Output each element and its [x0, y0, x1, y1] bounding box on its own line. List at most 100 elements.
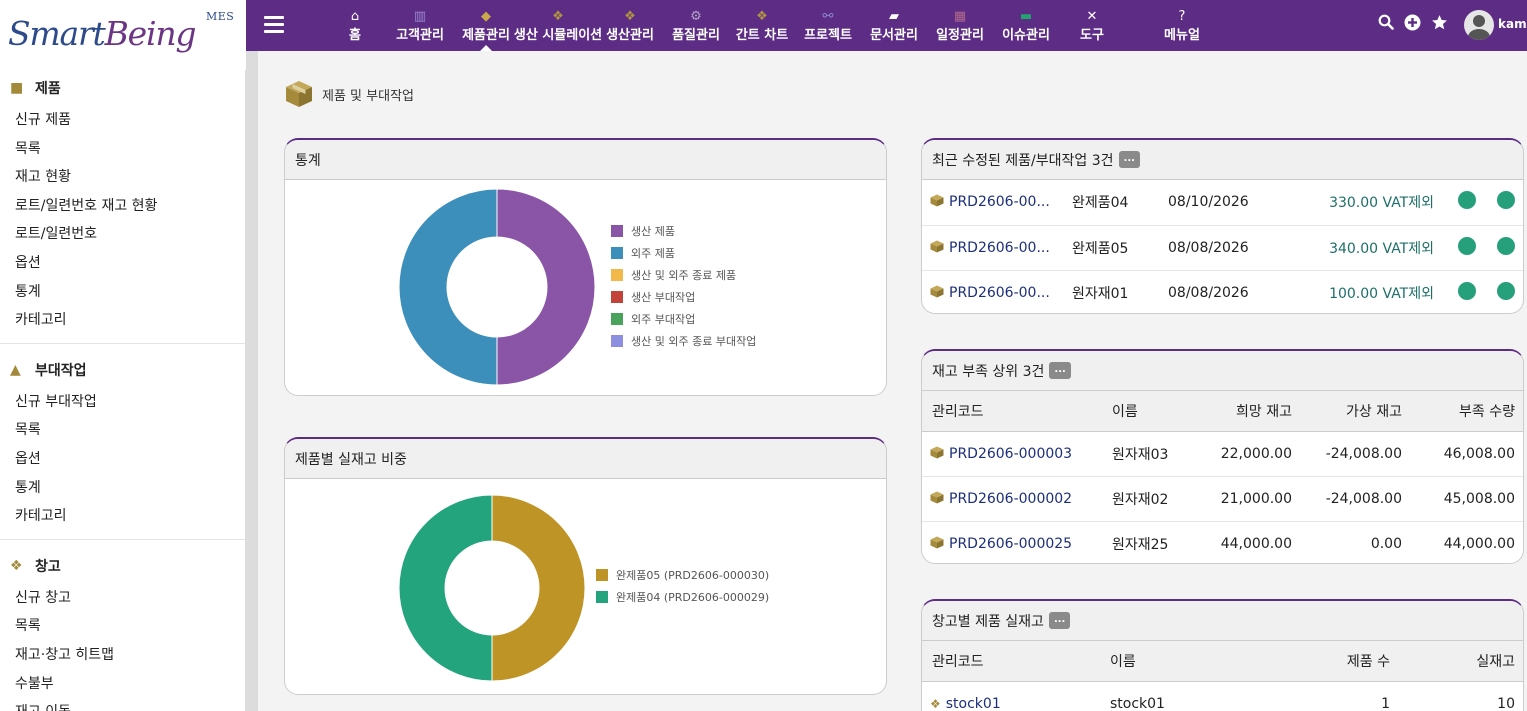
- more-button[interactable]: ...: [1048, 612, 1071, 629]
- legend-item[interactable]: 완제품04 (PRD2606-000029): [596, 586, 769, 608]
- legend-item[interactable]: 생산 제품: [611, 220, 756, 242]
- column-header[interactable]: 부족 수량: [1402, 391, 1523, 432]
- warehouse-code-link[interactable]: stock01: [946, 696, 1001, 711]
- legend-label: 생산 부대작업: [631, 291, 696, 304]
- product-code-link[interactable]: PRD2606-00...: [949, 240, 1050, 256]
- legend-item[interactable]: 생산 부대작업: [611, 286, 756, 308]
- nav-item-12[interactable]: ? 메뉴얼: [1164, 0, 1200, 51]
- shortage-table: 관리코드 이름 희망 재고 가상 재고 부족 수량 PRD2606-000003 원자재0…: [922, 391, 1523, 563]
- legend-item[interactable]: 생산 및 외주 종료 부대작업: [611, 330, 756, 352]
- warehouse-code-cell[interactable]: ❖ stock01: [922, 681, 1110, 711]
- sidebar-item[interactable]: 로트/일련번호: [0, 220, 246, 249]
- star-icon[interactable]: [1431, 14, 1448, 36]
- nav-item-9[interactable]: ▦ 일정관리: [936, 0, 984, 51]
- search-icon[interactable]: [1378, 14, 1394, 35]
- hamburger-menu-icon[interactable]: [264, 16, 284, 34]
- table-row[interactable]: ❖ stock01 stock01 1 10: [922, 681, 1523, 711]
- product-code-cell[interactable]: PRD2606-000003: [922, 431, 1112, 477]
- desired-stock-cell: 21,000.00: [1202, 476, 1292, 522]
- nav-item-3[interactable]: ❖ 생산 시뮬레이션: [514, 0, 602, 51]
- product-code-cell[interactable]: PRD2606-00...: [922, 225, 1072, 271]
- nav-item-4[interactable]: ❖ 생산관리: [606, 0, 654, 51]
- stats-legend: 생산 제품 외주 제품 생산 및 외주 종료 제품생산 부대작업외주 부대작업 생산 …: [611, 220, 756, 352]
- table-row[interactable]: PRD2606-00... 완제품05 08/08/2026 340.00 VAT제외: [922, 225, 1523, 271]
- user-avatar[interactable]: [1464, 10, 1494, 40]
- column-header[interactable]: 이름: [1110, 641, 1260, 682]
- cube-icon: [930, 194, 944, 207]
- sidebar-item[interactable]: 목록: [0, 135, 246, 164]
- column-header[interactable]: 실재고: [1390, 641, 1523, 682]
- nav-item-6[interactable]: ❖ 간트 차트: [736, 0, 788, 51]
- legend-item[interactable]: 외주 부대작업: [611, 308, 756, 330]
- legend-item[interactable]: 생산 및 외주 종료 제품: [611, 264, 756, 286]
- table-row[interactable]: PRD2606-000003 원자재03 22,000.00 -24,008.00 46…: [922, 431, 1523, 477]
- sidebar-item[interactable]: 통계: [0, 278, 246, 307]
- add-circle-icon[interactable]: [1404, 14, 1421, 36]
- product-code-link[interactable]: PRD2606-00...: [949, 285, 1050, 301]
- product-code-link[interactable]: PRD2606-000002: [949, 491, 1072, 507]
- column-header[interactable]: 관리코드: [922, 641, 1110, 682]
- sidebar-item[interactable]: 목록: [0, 416, 246, 445]
- product-code-cell[interactable]: PRD2606-000025: [922, 521, 1112, 563]
- legend-swatch: [611, 247, 623, 259]
- sidebar-section-header[interactable]: ▲ 부대작업: [0, 352, 246, 388]
- sidebar-section-header[interactable]: ❖ 창고: [0, 548, 246, 584]
- sidebar-item[interactable]: 목록: [0, 612, 246, 641]
- more-button[interactable]: ...: [1118, 151, 1140, 168]
- nav-item-8[interactable]: ▰ 문서관리: [870, 0, 918, 51]
- column-header[interactable]: 희망 재고: [1202, 391, 1292, 432]
- sidebar-item[interactable]: 카테고리: [0, 502, 246, 531]
- sidebar-item[interactable]: 옵션: [0, 445, 246, 474]
- sidebar-item[interactable]: 로트/일련번호 재고 현황: [0, 192, 246, 221]
- table-row[interactable]: PRD2606-000025 원자재25 44,000.00 0.00 44,000.0…: [922, 521, 1523, 563]
- sidebar-item[interactable]: 재고 현황: [0, 163, 246, 192]
- product-code-link[interactable]: PRD2606-000025: [949, 536, 1072, 552]
- sidebar-section-header[interactable]: ■ 제품: [0, 70, 246, 106]
- product-name-cell: 원자재03: [1112, 431, 1202, 477]
- column-header[interactable]: 관리코드: [922, 391, 1112, 432]
- nav-item-10[interactable]: ▬ 이슈관리: [1002, 0, 1050, 51]
- nav-item-5[interactable]: ⚙ 품질관리: [672, 0, 720, 51]
- sidebar-item[interactable]: 신규 창고: [0, 584, 246, 613]
- cube-icon: ◆: [481, 9, 491, 24]
- nav-item-1[interactable]: ▥ 고객관리: [396, 0, 444, 51]
- sidebar-item[interactable]: 수불부: [0, 670, 246, 699]
- column-header[interactable]: 가상 재고: [1292, 391, 1402, 432]
- product-code-cell[interactable]: PRD2606-00...: [922, 270, 1072, 313]
- nav-item-0[interactable]: ⌂ 홈: [349, 0, 361, 51]
- nav-item-11[interactable]: ✕ 도구: [1080, 0, 1104, 51]
- shortage-qty-cell: 44,000.00: [1443, 535, 1515, 552]
- warehouse-name-cell: stock01: [1110, 695, 1165, 711]
- nav-item-2[interactable]: ◆ 제품관리: [462, 0, 510, 51]
- app-logo[interactable]: SmartBeing MES: [0, 0, 246, 70]
- username-label[interactable]: kame: [1498, 17, 1527, 31]
- product-name-cell: 원자재01: [1072, 285, 1129, 302]
- nav-item-label: 제품관리: [462, 28, 510, 43]
- legend-item[interactable]: 외주 제품: [611, 242, 756, 264]
- table-row[interactable]: PRD2606-00... 원자재01 08/08/2026 100.00 VAT제외: [922, 270, 1523, 313]
- sidebar-item[interactable]: 신규 제품: [0, 106, 246, 135]
- product-code-link[interactable]: PRD2606-00...: [949, 194, 1050, 210]
- sidebar-item[interactable]: 옵션: [0, 249, 246, 278]
- sidebar-item[interactable]: 재고 이동: [0, 698, 246, 711]
- panel-title: 재고 부족 상위 3건...: [922, 351, 1523, 391]
- sidebar-item[interactable]: 재고·창고 히트맵: [0, 641, 246, 670]
- column-header[interactable]: 제품 수: [1260, 641, 1390, 682]
- product-code-cell[interactable]: PRD2606-00...: [922, 180, 1072, 226]
- legend-item[interactable]: 완제품05 (PRD2606-000030): [596, 564, 769, 586]
- product-code-link[interactable]: PRD2606-000003: [949, 446, 1072, 462]
- product-count-cell: 1: [1381, 695, 1390, 711]
- sidebar-item[interactable]: 카테고리: [0, 306, 246, 335]
- table-row[interactable]: PRD2606-000002 원자재02 21,000.00 -24,008.00 45…: [922, 476, 1523, 522]
- sidebar-item[interactable]: 통계: [0, 474, 246, 503]
- sidebar-item[interactable]: 신규 부대작업: [0, 388, 246, 417]
- modified-date-cell: 08/08/2026: [1168, 284, 1249, 301]
- status-sell-dot: [1458, 236, 1476, 255]
- table-row[interactable]: PRD2606-00... 완제품04 08/10/2026 330.00 VAT제외: [922, 180, 1523, 226]
- more-button[interactable]: ...: [1049, 362, 1071, 379]
- product-code-cell[interactable]: PRD2606-000002: [922, 476, 1112, 522]
- page-title: 제품 및 부대작업: [284, 79, 414, 109]
- sidebar-scrollbar[interactable]: [246, 51, 258, 711]
- nav-item-7[interactable]: ⚯ 프로젝트: [804, 0, 852, 51]
- column-header[interactable]: 이름: [1112, 391, 1202, 432]
